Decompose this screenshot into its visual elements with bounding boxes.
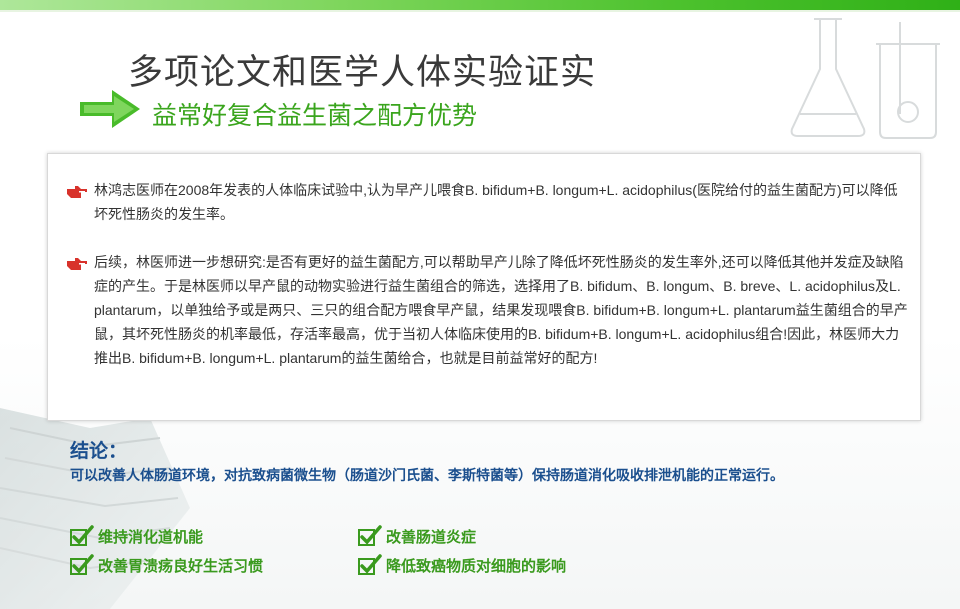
top-bar-divider: [0, 10, 960, 12]
benefit-label: 维持消化道机能: [98, 527, 204, 546]
top-green-bar: [0, 0, 960, 10]
page-subtitle: 益常好复合益生菌之配方优势: [152, 101, 478, 130]
benefit-item: 降低致癌物质对细胞的影响: [358, 553, 566, 577]
arrow-right-icon: [80, 90, 140, 128]
benefit-item: 改善胃溃疡良好生活习惯: [70, 553, 263, 577]
pointing-hand-icon: [67, 186, 87, 198]
green-checkmark-icon: [358, 554, 382, 575]
benefit-item: 维持消化道机能: [70, 524, 203, 548]
lab-glassware-icon: [790, 18, 940, 139]
content-panel: 林鸿志医师在2008年发表的人体临床试验中,认为早产儿喂食B. bifidum+…: [47, 153, 921, 421]
paragraph-follow-up-research: 后续，林医师进一步想研究:是否有更好的益生菌配方,可以帮助早产儿除了降低坏死性肠…: [94, 254, 908, 366]
benefit-label: 改善胃溃疡良好生活习惯: [98, 556, 264, 575]
benefit-item: 改善肠道炎症: [358, 524, 476, 548]
green-checkmark-icon: [70, 525, 94, 546]
green-checkmark-icon: [70, 554, 94, 575]
green-checkmark-icon: [358, 525, 382, 546]
conclusion-text: 可以改善人体肠道环境，对抗致病菌微生物（肠道沙门氏菌、李斯特菌等）保持肠道消化吸…: [70, 468, 784, 484]
pointing-hand-icon: [67, 258, 87, 270]
benefit-label: 降低致癌物质对细胞的影响: [386, 556, 567, 575]
page-title: 多项论文和医学人体实验证实: [128, 53, 597, 93]
paragraph-clinical-trial: 林鸿志医师在2008年发表的人体临床试验中,认为早产儿喂食B. bifidum+…: [94, 182, 898, 222]
benefit-label: 改善肠道炎症: [386, 527, 477, 546]
conclusion-heading: 结论：: [70, 440, 128, 462]
